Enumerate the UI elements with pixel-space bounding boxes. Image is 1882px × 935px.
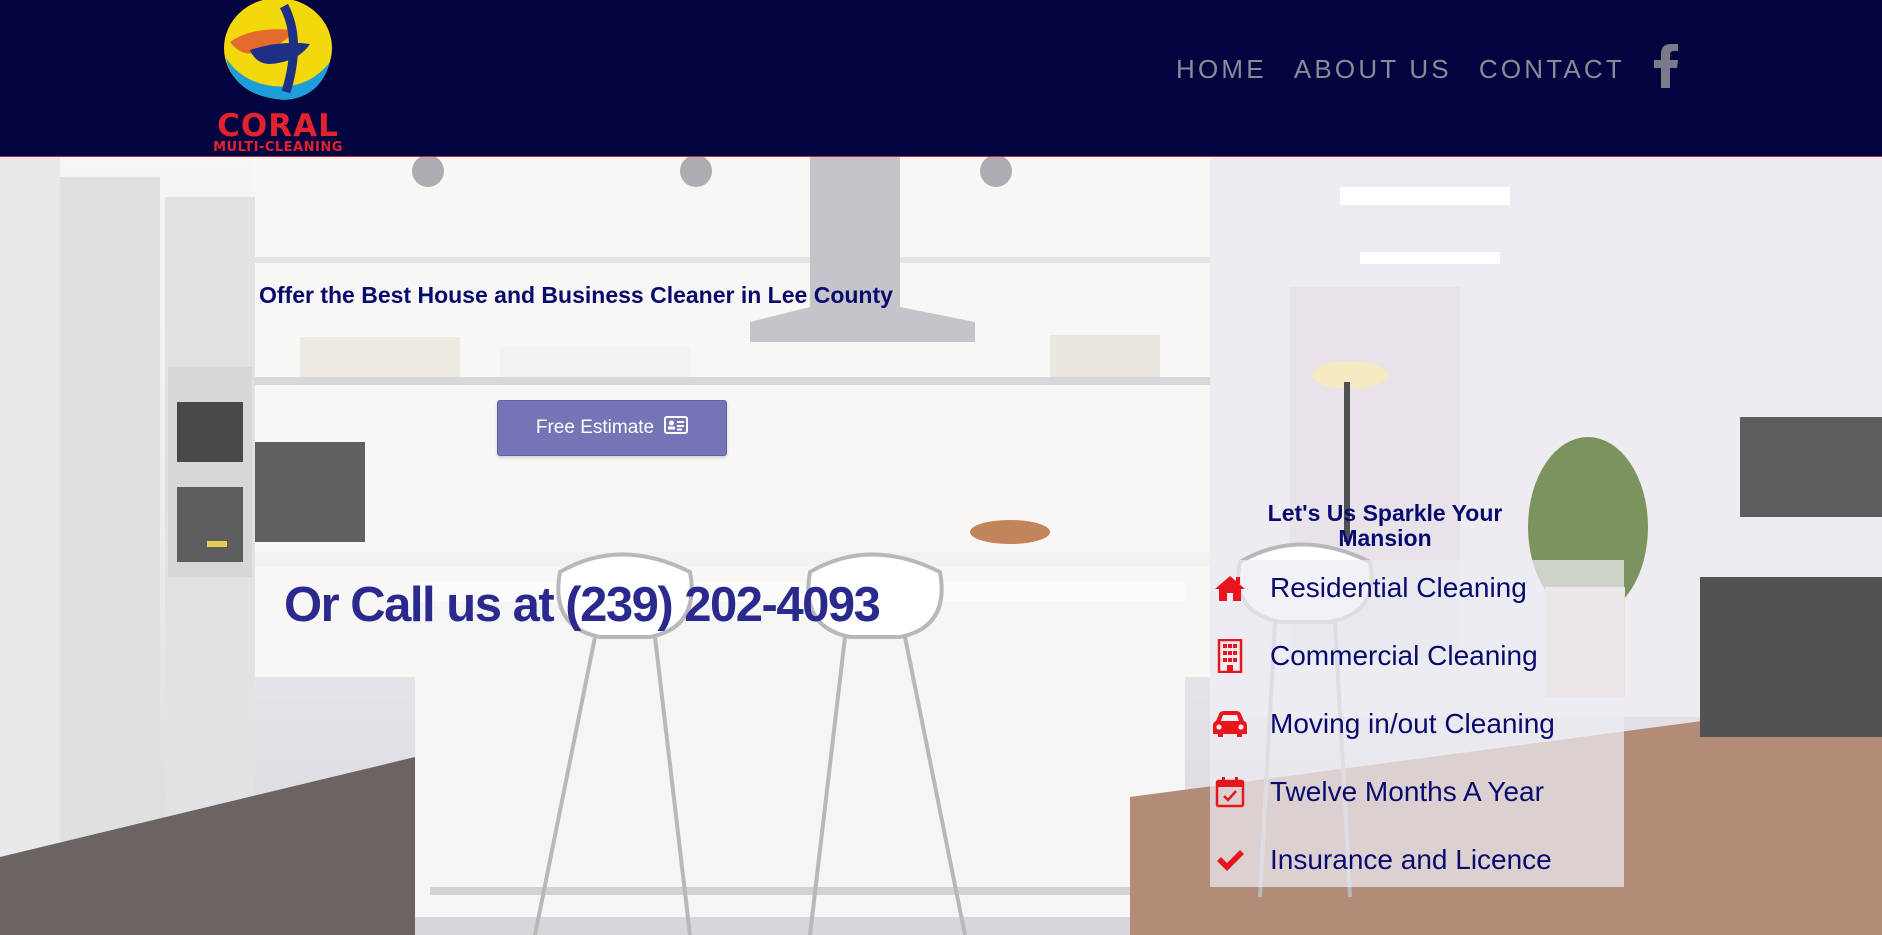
call-us-phone[interactable]: Or Call us at (239) 202-4093	[284, 577, 881, 633]
list-item: Insurance and Licence	[1210, 840, 1552, 880]
free-estimate-button[interactable]: Free Estimate	[497, 400, 727, 456]
checkmark-icon	[1212, 843, 1248, 877]
list-item: Twelve Months A Year	[1210, 772, 1544, 812]
logo-tagline: MULTI-CLEANING	[213, 140, 343, 155]
free-estimate-label: Free Estimate	[535, 417, 655, 438]
site-header: CORAL MULTI-CLEANING HOME ABOUT US CONTA…	[0, 0, 1882, 157]
main-nav: HOME ABOUT US CONTACT	[1176, 54, 1652, 85]
nav-about-us[interactable]: ABOUT US	[1294, 54, 1452, 85]
id-card-icon	[664, 416, 689, 440]
services-heading: Let's Us Sparkle Your Mansion	[1267, 500, 1503, 551]
service-label: Moving in/out Cleaning	[1270, 708, 1555, 739]
building-icon	[1212, 639, 1248, 673]
nav-contact[interactable]: CONTACT	[1479, 54, 1625, 85]
logo-emblem-icon	[224, 0, 332, 100]
service-label: Insurance and Licence	[1270, 844, 1552, 875]
service-label: Residential Cleaning	[1270, 572, 1527, 603]
car-icon	[1212, 707, 1248, 741]
list-item: Commercial Cleaning	[1210, 636, 1538, 676]
hero-tagline: Offer the Best House and Business Cleane…	[259, 282, 893, 308]
logo-name: CORAL	[217, 108, 339, 144]
list-item: Residential Cleaning	[1210, 568, 1527, 608]
calendar-check-icon	[1212, 775, 1248, 809]
home-icon	[1212, 571, 1248, 605]
nav-home[interactable]: HOME	[1176, 54, 1267, 85]
coral-logo[interactable]: CORAL MULTI-CLEANING	[190, 0, 366, 156]
list-item: Moving in/out Cleaning	[1210, 704, 1555, 744]
service-label: Twelve Months A Year	[1270, 776, 1544, 807]
services-list: Residential Cleaning Commercial Cleaning	[1210, 560, 1624, 887]
hero-section: Offer the Best House and Business Cleane…	[0, 157, 1882, 935]
facebook-icon[interactable]	[1652, 44, 1680, 88]
service-label: Commercial Cleaning	[1270, 640, 1538, 671]
